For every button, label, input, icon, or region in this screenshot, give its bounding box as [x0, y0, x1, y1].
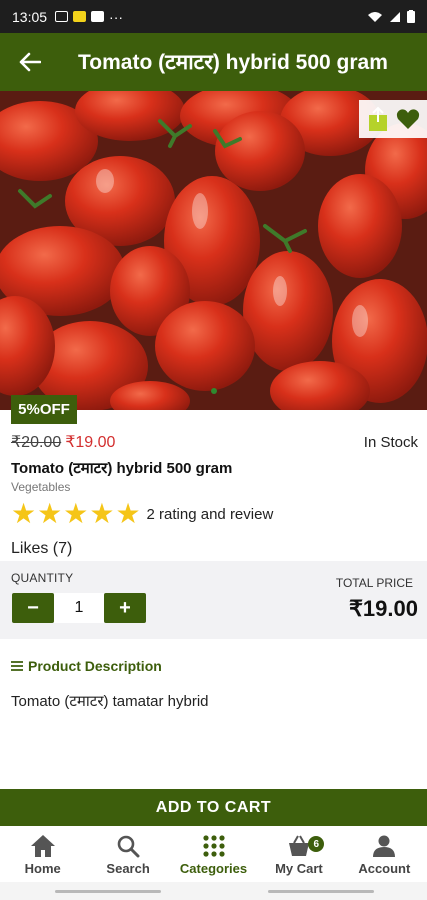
rating-stars: ★★★★★ — [11, 500, 142, 528]
rating-text: 2 rating and review — [146, 505, 274, 523]
nav-label-home: Home — [24, 861, 61, 876]
battery-icon — [407, 10, 415, 23]
cart-count-badge: 6 — [308, 836, 325, 852]
app-notification-icon — [73, 11, 87, 22]
back-arrow-icon — [19, 52, 41, 72]
new-price: ₹19.00 — [65, 434, 116, 451]
more-notifications-indicator: ··· — [109, 8, 124, 25]
favorite-heart-icon[interactable] — [396, 108, 420, 130]
nav-my-cart[interactable]: 6 My Cart — [256, 826, 341, 882]
nav-label-my-cart: My Cart — [275, 861, 323, 876]
quantity-stepper: − 1 + — [12, 593, 146, 623]
wifi-icon — [368, 11, 382, 22]
system-pill-right — [268, 890, 374, 893]
price-row: ₹20.00 ₹19.00 In Stock — [11, 432, 418, 452]
page-title: Tomato (टमाटर) hybrid 500 gram — [78, 51, 388, 74]
description-title: Product Description — [28, 658, 162, 674]
star-icon: ★ — [115, 498, 141, 529]
description-heading[interactable]: Product Description — [11, 658, 162, 674]
search-icon — [117, 835, 140, 858]
rating-row[interactable]: ★★★★★ 2 rating and review — [11, 500, 273, 528]
description-text: Tomato (टमाटर) tamatar hybrid — [11, 693, 209, 710]
stock-status: In Stock — [363, 433, 418, 451]
nav-categories[interactable]: Categories — [171, 826, 256, 882]
discount-badge: 5%OFF — [11, 395, 77, 424]
home-icon — [30, 835, 55, 857]
signal-icon — [390, 11, 400, 22]
app-bar: Tomato (टमाटर) hybrid 500 gram — [0, 33, 427, 91]
nav-label-account: Account — [358, 861, 411, 876]
star-icon: ★ — [11, 498, 37, 529]
likes-count: Likes (7) — [11, 540, 73, 557]
old-price: ₹20.00 — [11, 434, 62, 451]
product-category: Vegetables — [11, 480, 71, 494]
status-bar: 13:05 ··· — [0, 0, 427, 33]
grid-icon — [202, 835, 225, 857]
total-price-label: TOTAL PRICE — [335, 576, 413, 590]
youtube-notification-icon — [91, 11, 105, 22]
system-gesture-bar — [0, 882, 427, 900]
gallery-notification-icon — [55, 11, 69, 22]
bottom-navigation: Home Search Categories 6 My Cart Account — [0, 826, 427, 882]
star-icon: ★ — [63, 498, 89, 529]
carousel-indicator — [211, 388, 217, 394]
total-price-value: ₹19.00 — [348, 596, 418, 621]
list-icon — [11, 661, 23, 671]
back-button[interactable] — [0, 33, 60, 91]
share-icon[interactable] — [367, 106, 389, 132]
image-actions — [359, 100, 427, 138]
star-icon: ★ — [89, 498, 115, 529]
quantity-panel: QUANTITY − 1 + TOTAL PRICE ₹19.00 — [0, 561, 427, 639]
decrease-quantity-button[interactable]: − — [12, 593, 54, 623]
status-time: 13:05 — [12, 8, 48, 25]
account-icon — [373, 835, 396, 857]
nav-home[interactable]: Home — [0, 826, 85, 882]
star-icon: ★ — [37, 498, 63, 529]
nav-search[interactable]: Search — [85, 826, 170, 882]
nav-account[interactable]: Account — [342, 826, 427, 882]
quantity-label: QUANTITY — [11, 571, 74, 585]
increase-quantity-button[interactable]: + — [104, 593, 146, 623]
product-image[interactable] — [0, 91, 427, 410]
system-pill-left — [55, 890, 161, 893]
product-name: Tomato (टमाटर) hybrid 500 gram — [11, 460, 233, 477]
nav-label-search: Search — [106, 861, 150, 876]
quantity-value[interactable]: 1 — [54, 593, 104, 623]
add-to-cart-button[interactable]: ADD TO CART — [0, 789, 427, 826]
nav-label-categories: Categories — [179, 861, 248, 876]
